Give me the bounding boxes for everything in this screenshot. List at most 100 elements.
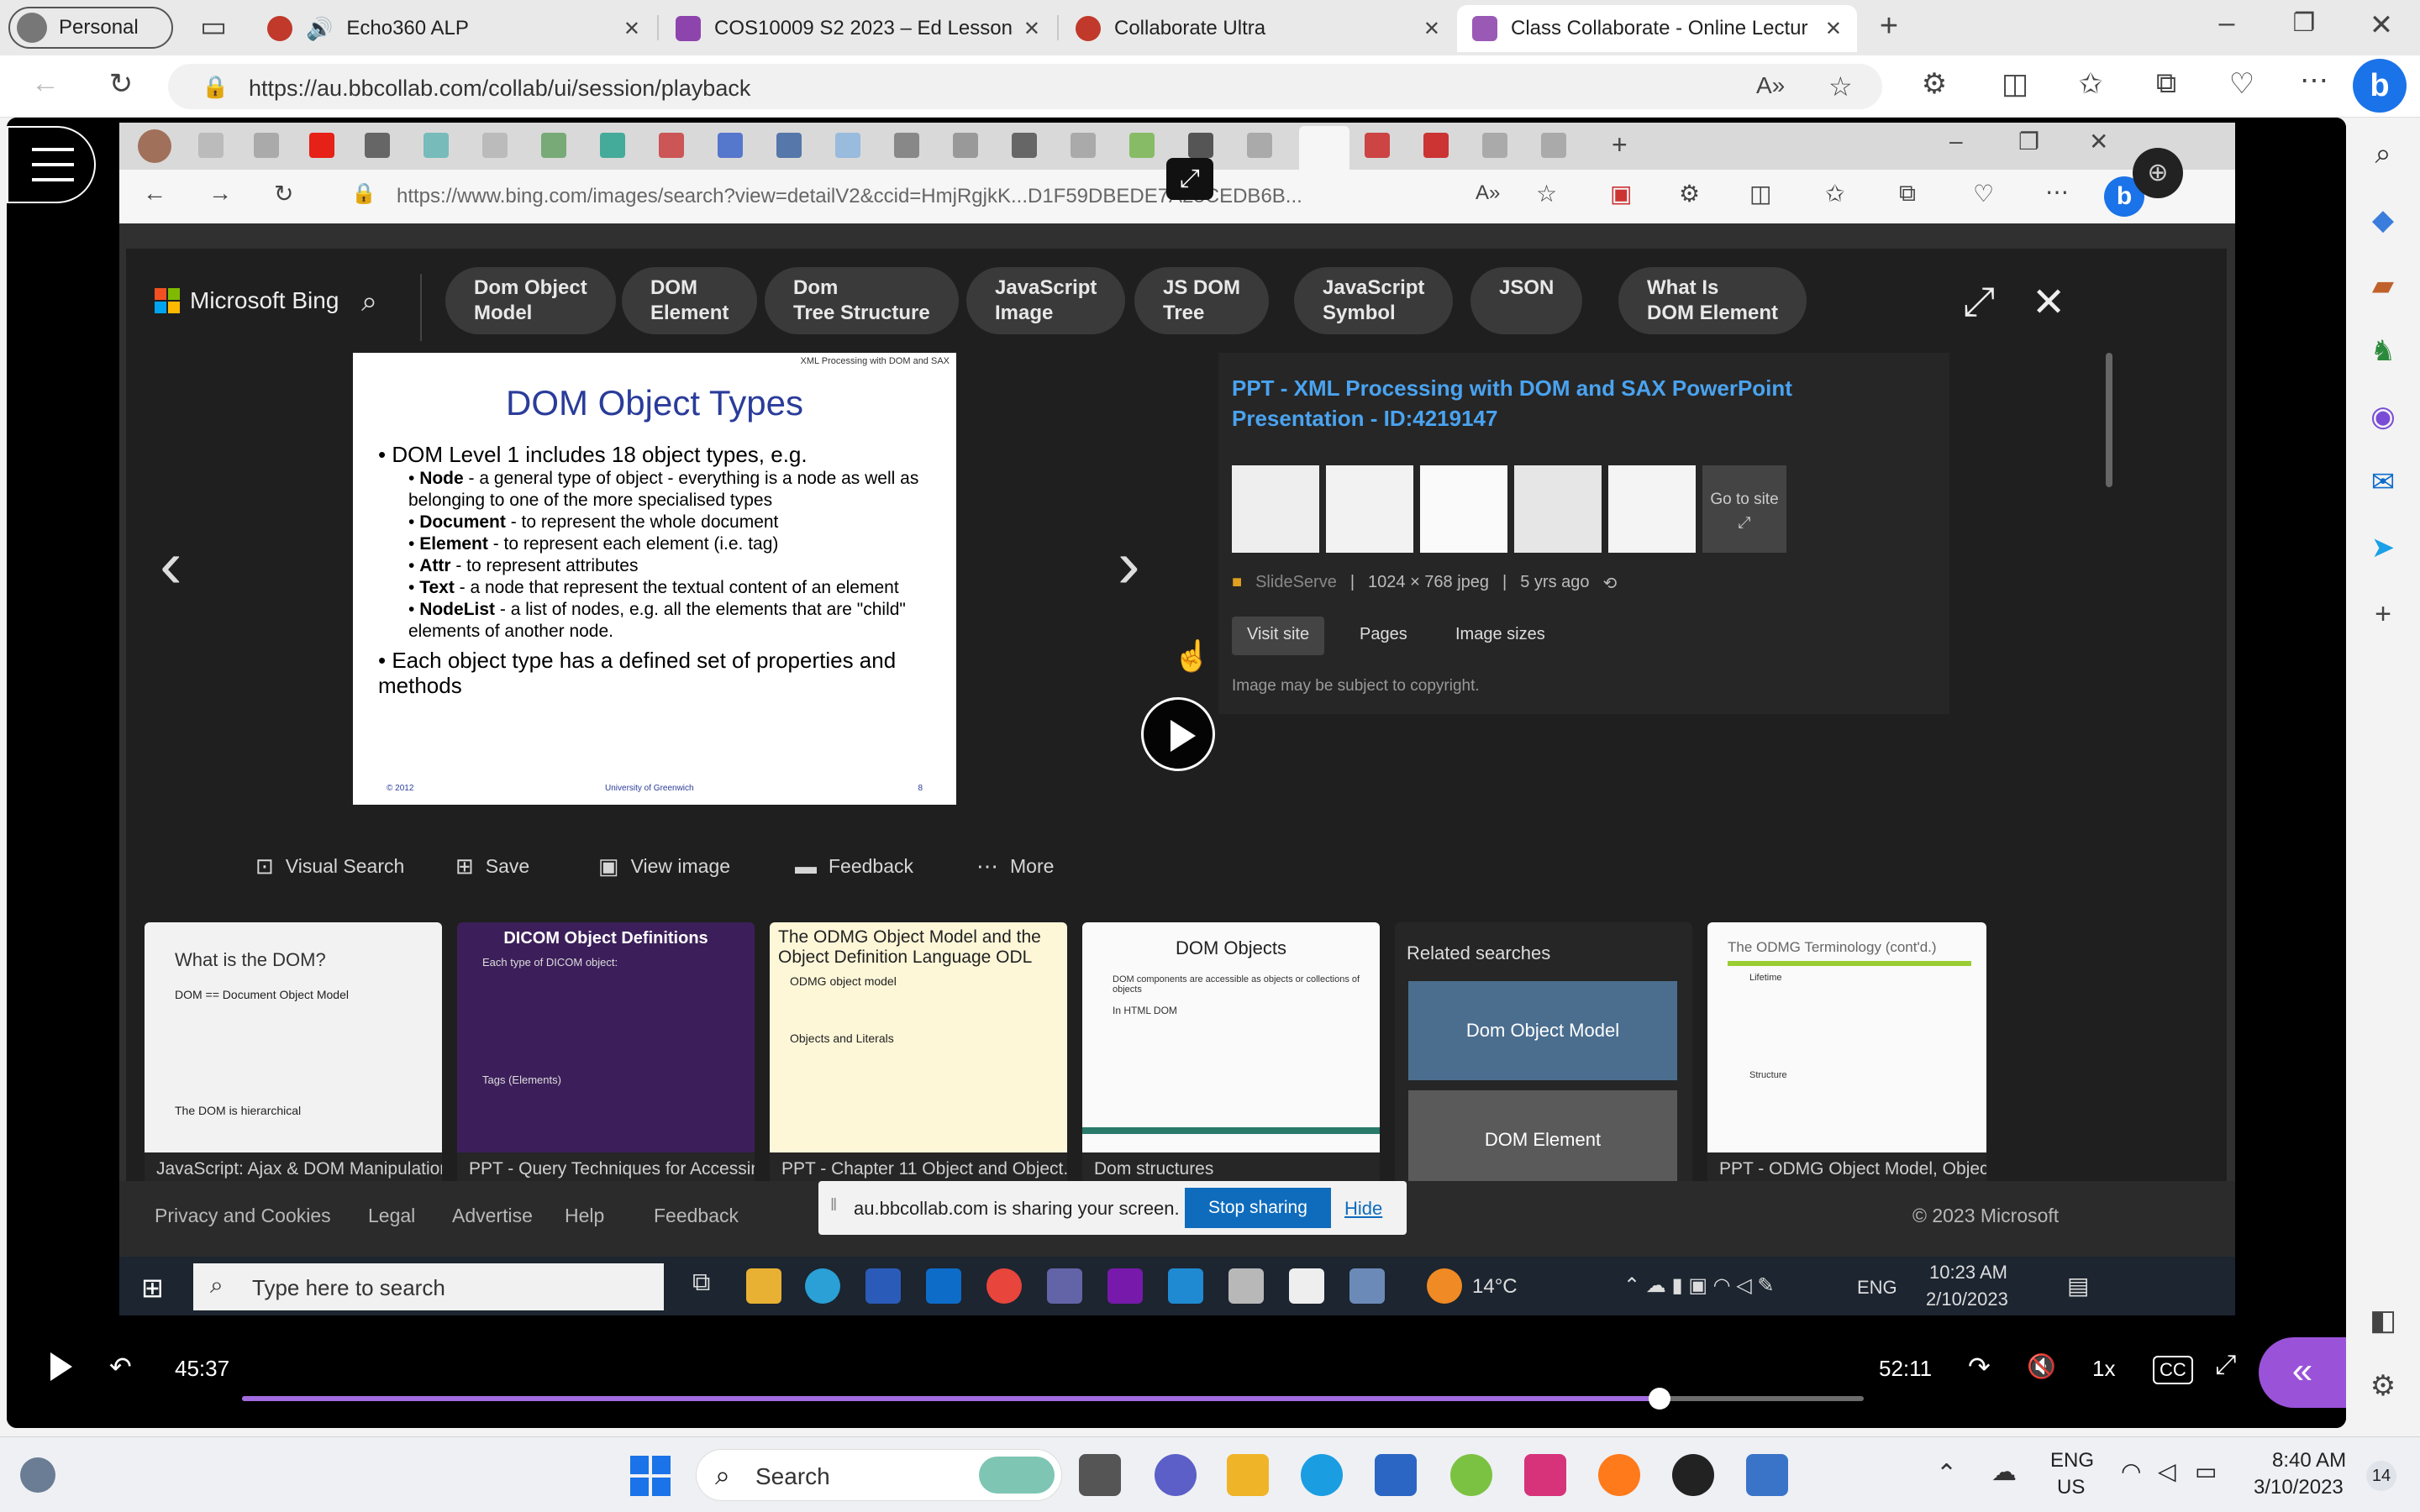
instagram-icon[interactable] — [1524, 1454, 1566, 1496]
file-explorer-icon[interactable] — [1227, 1454, 1269, 1496]
volume-icon[interactable]: ◁ — [2158, 1457, 2176, 1485]
detail-thumb[interactable] — [1608, 465, 1696, 553]
search-icon[interactable]: ⌕ — [2363, 138, 2403, 178]
related-pill[interactable]: JavaScript Image — [966, 267, 1126, 334]
new-tab-icon[interactable]: + — [1612, 129, 1628, 160]
visit-site-button[interactable]: Visit site — [1232, 617, 1325, 655]
tab-collaborate-ultra[interactable]: Collaborate Ultra ✕ — [1060, 5, 1455, 52]
related-item[interactable]: DOM Element — [1408, 1090, 1677, 1189]
teams-icon[interactable] — [1047, 1268, 1082, 1304]
related-pill[interactable]: JSON — [1470, 267, 1583, 334]
related-pill[interactable]: Dom Tree Structure — [765, 267, 959, 334]
app-icon[interactable] — [1450, 1454, 1492, 1496]
main-image[interactable]: XML Processing with DOM and SAX DOM Obje… — [353, 353, 956, 805]
refresh-icon[interactable]: ↻ — [274, 180, 293, 207]
play-icon[interactable] — [50, 1352, 72, 1388]
read-aloud-icon[interactable]: A» — [1476, 181, 1500, 205]
mute-icon[interactable]: 🔇 — [2027, 1352, 2056, 1380]
office-icon[interactable]: ◉ — [2363, 400, 2403, 440]
feedback-button[interactable]: ▬ Feedback — [795, 853, 913, 879]
playback-speed[interactable]: 1x — [2092, 1356, 2115, 1382]
onedrive-icon[interactable]: ☁ — [1991, 1457, 2017, 1487]
detail-thumb[interactable] — [1326, 465, 1413, 553]
back-icon[interactable]: ← — [25, 67, 66, 100]
favorite-icon[interactable]: ☆ — [1828, 71, 1853, 102]
feedback-link[interactable]: Feedback — [654, 1205, 739, 1227]
pages-button[interactable]: Pages — [1344, 617, 1423, 655]
word-icon[interactable] — [865, 1268, 901, 1304]
extensions-icon[interactable]: ⚙ — [1914, 67, 1954, 101]
notification-icon[interactable]: ▤ — [2067, 1272, 2089, 1299]
back-icon[interactable]: ← — [143, 180, 166, 207]
clock-time[interactable]: 10:23 AM — [1929, 1262, 2007, 1284]
close-icon[interactable]: ✕ — [1825, 17, 1842, 41]
hide-link[interactable]: Hide — [1344, 1198, 1382, 1220]
tab-actions-icon[interactable]: ▭ — [193, 10, 234, 44]
games-icon[interactable]: ♞ — [2363, 334, 2403, 375]
chat-icon[interactable]: ⊕ — [2133, 148, 2183, 198]
result-thumb[interactable]: The ODMG Terminology (cont'd.) Lifetime … — [1707, 922, 1986, 1196]
store-icon[interactable] — [1375, 1454, 1417, 1496]
windows-start-icon[interactable]: ⊞ — [141, 1272, 164, 1304]
onenote-icon[interactable] — [1107, 1268, 1143, 1304]
clock-date[interactable]: 3/10/2023 — [2254, 1476, 2344, 1499]
tools-icon[interactable]: ▰ — [2363, 269, 2403, 309]
settings-icon[interactable]: ⚙ — [2363, 1369, 2403, 1410]
vscode-icon[interactable] — [1168, 1268, 1203, 1304]
collapse-panel-button[interactable]: « — [2259, 1337, 2346, 1408]
url-field[interactable]: 🔒 https://au.bbcollab.com/collab/ui/sess… — [168, 64, 1882, 109]
battery-icon[interactable]: ▭ — [2195, 1457, 2217, 1485]
browser-essentials-icon[interactable]: ♡ — [2222, 67, 2262, 101]
send-icon[interactable]: ➤ — [2363, 531, 2403, 571]
favorites-icon[interactable]: ✩ — [1825, 180, 1844, 207]
read-aloud-icon[interactable]: A» — [1756, 72, 1785, 99]
close-icon[interactable]: ✕ — [2032, 279, 2065, 326]
detail-title[interactable]: PPT - XML Processing with DOM and SAX Po… — [1232, 373, 1921, 433]
minimize-icon[interactable]: – — [1949, 128, 1963, 155]
close-window-icon[interactable]: ✕ — [2361, 8, 2402, 42]
result-thumb[interactable]: The ODMG Object Model and the Object Def… — [770, 922, 1067, 1196]
split-screen-icon[interactable]: ◫ — [1995, 67, 2035, 101]
github-icon[interactable] — [1672, 1454, 1714, 1496]
file-explorer-icon[interactable] — [746, 1268, 781, 1304]
expand-icon[interactable]: ⤢ — [1963, 279, 1995, 326]
extension-icon[interactable]: ▣ — [1610, 180, 1632, 207]
detail-thumb[interactable] — [1514, 465, 1602, 553]
more-button[interactable]: ⋯ More — [976, 853, 1054, 879]
add-icon[interactable]: + — [2363, 598, 2403, 638]
fullscreen-icon[interactable]: ⤢ — [2215, 1349, 2237, 1381]
related-pill[interactable]: JavaScript Symbol — [1294, 267, 1454, 334]
clock-date[interactable]: 2/10/2023 — [1926, 1289, 2008, 1310]
clock-time[interactable]: 8:40 AM — [2272, 1449, 2346, 1473]
source-name[interactable]: SlideServe — [1255, 573, 1337, 594]
detail-thumb[interactable] — [1420, 465, 1507, 553]
progress-knob[interactable] — [1648, 1388, 1670, 1410]
forward-icon[interactable]: ↷ — [1968, 1351, 1991, 1383]
view-image-button[interactable]: ▣ View image — [598, 853, 730, 879]
related-pill[interactable]: DOM Element — [622, 267, 758, 334]
wifi-icon[interactable]: ◠ — [2121, 1457, 2141, 1485]
related-pill[interactable]: JS DOM Tree — [1134, 267, 1270, 334]
tray-overflow-icon[interactable]: ⌃ — [1936, 1459, 1957, 1488]
app2-icon[interactable] — [1746, 1454, 1788, 1496]
close-icon[interactable]: ✕ — [2089, 128, 2108, 155]
minimize-icon[interactable]: – — [2207, 7, 2247, 39]
paint-icon[interactable] — [1228, 1268, 1264, 1304]
stop-sharing-button[interactable]: Stop sharing — [1185, 1188, 1331, 1228]
firefox-icon[interactable] — [1598, 1454, 1640, 1496]
inner-url[interactable]: https://www.bing.com/images/search?view=… — [397, 185, 1590, 208]
chrome-icon[interactable] — [986, 1268, 1022, 1304]
image-sizes-button[interactable]: Image sizes — [1440, 617, 1560, 655]
restore-icon[interactable]: ❐ — [2018, 128, 2039, 155]
teams-chat-icon[interactable] — [1155, 1454, 1197, 1496]
edge-icon[interactable] — [1301, 1454, 1343, 1496]
drag-handle-icon[interactable]: ‖ — [830, 1196, 837, 1215]
advertise-link[interactable]: Advertise — [452, 1205, 533, 1227]
collections-icon[interactable]: ⧉ — [1899, 180, 1916, 207]
7zip-icon[interactable] — [1289, 1268, 1324, 1304]
new-tab-icon[interactable]: + — [1869, 8, 1909, 45]
forward-icon[interactable]: → — [208, 180, 232, 207]
privacy-link[interactable]: Privacy and Cookies — [155, 1205, 331, 1227]
more-icon[interactable]: ⋯ — [2294, 64, 2334, 97]
taskbar-search[interactable]: ⌕ Search — [696, 1449, 1062, 1501]
